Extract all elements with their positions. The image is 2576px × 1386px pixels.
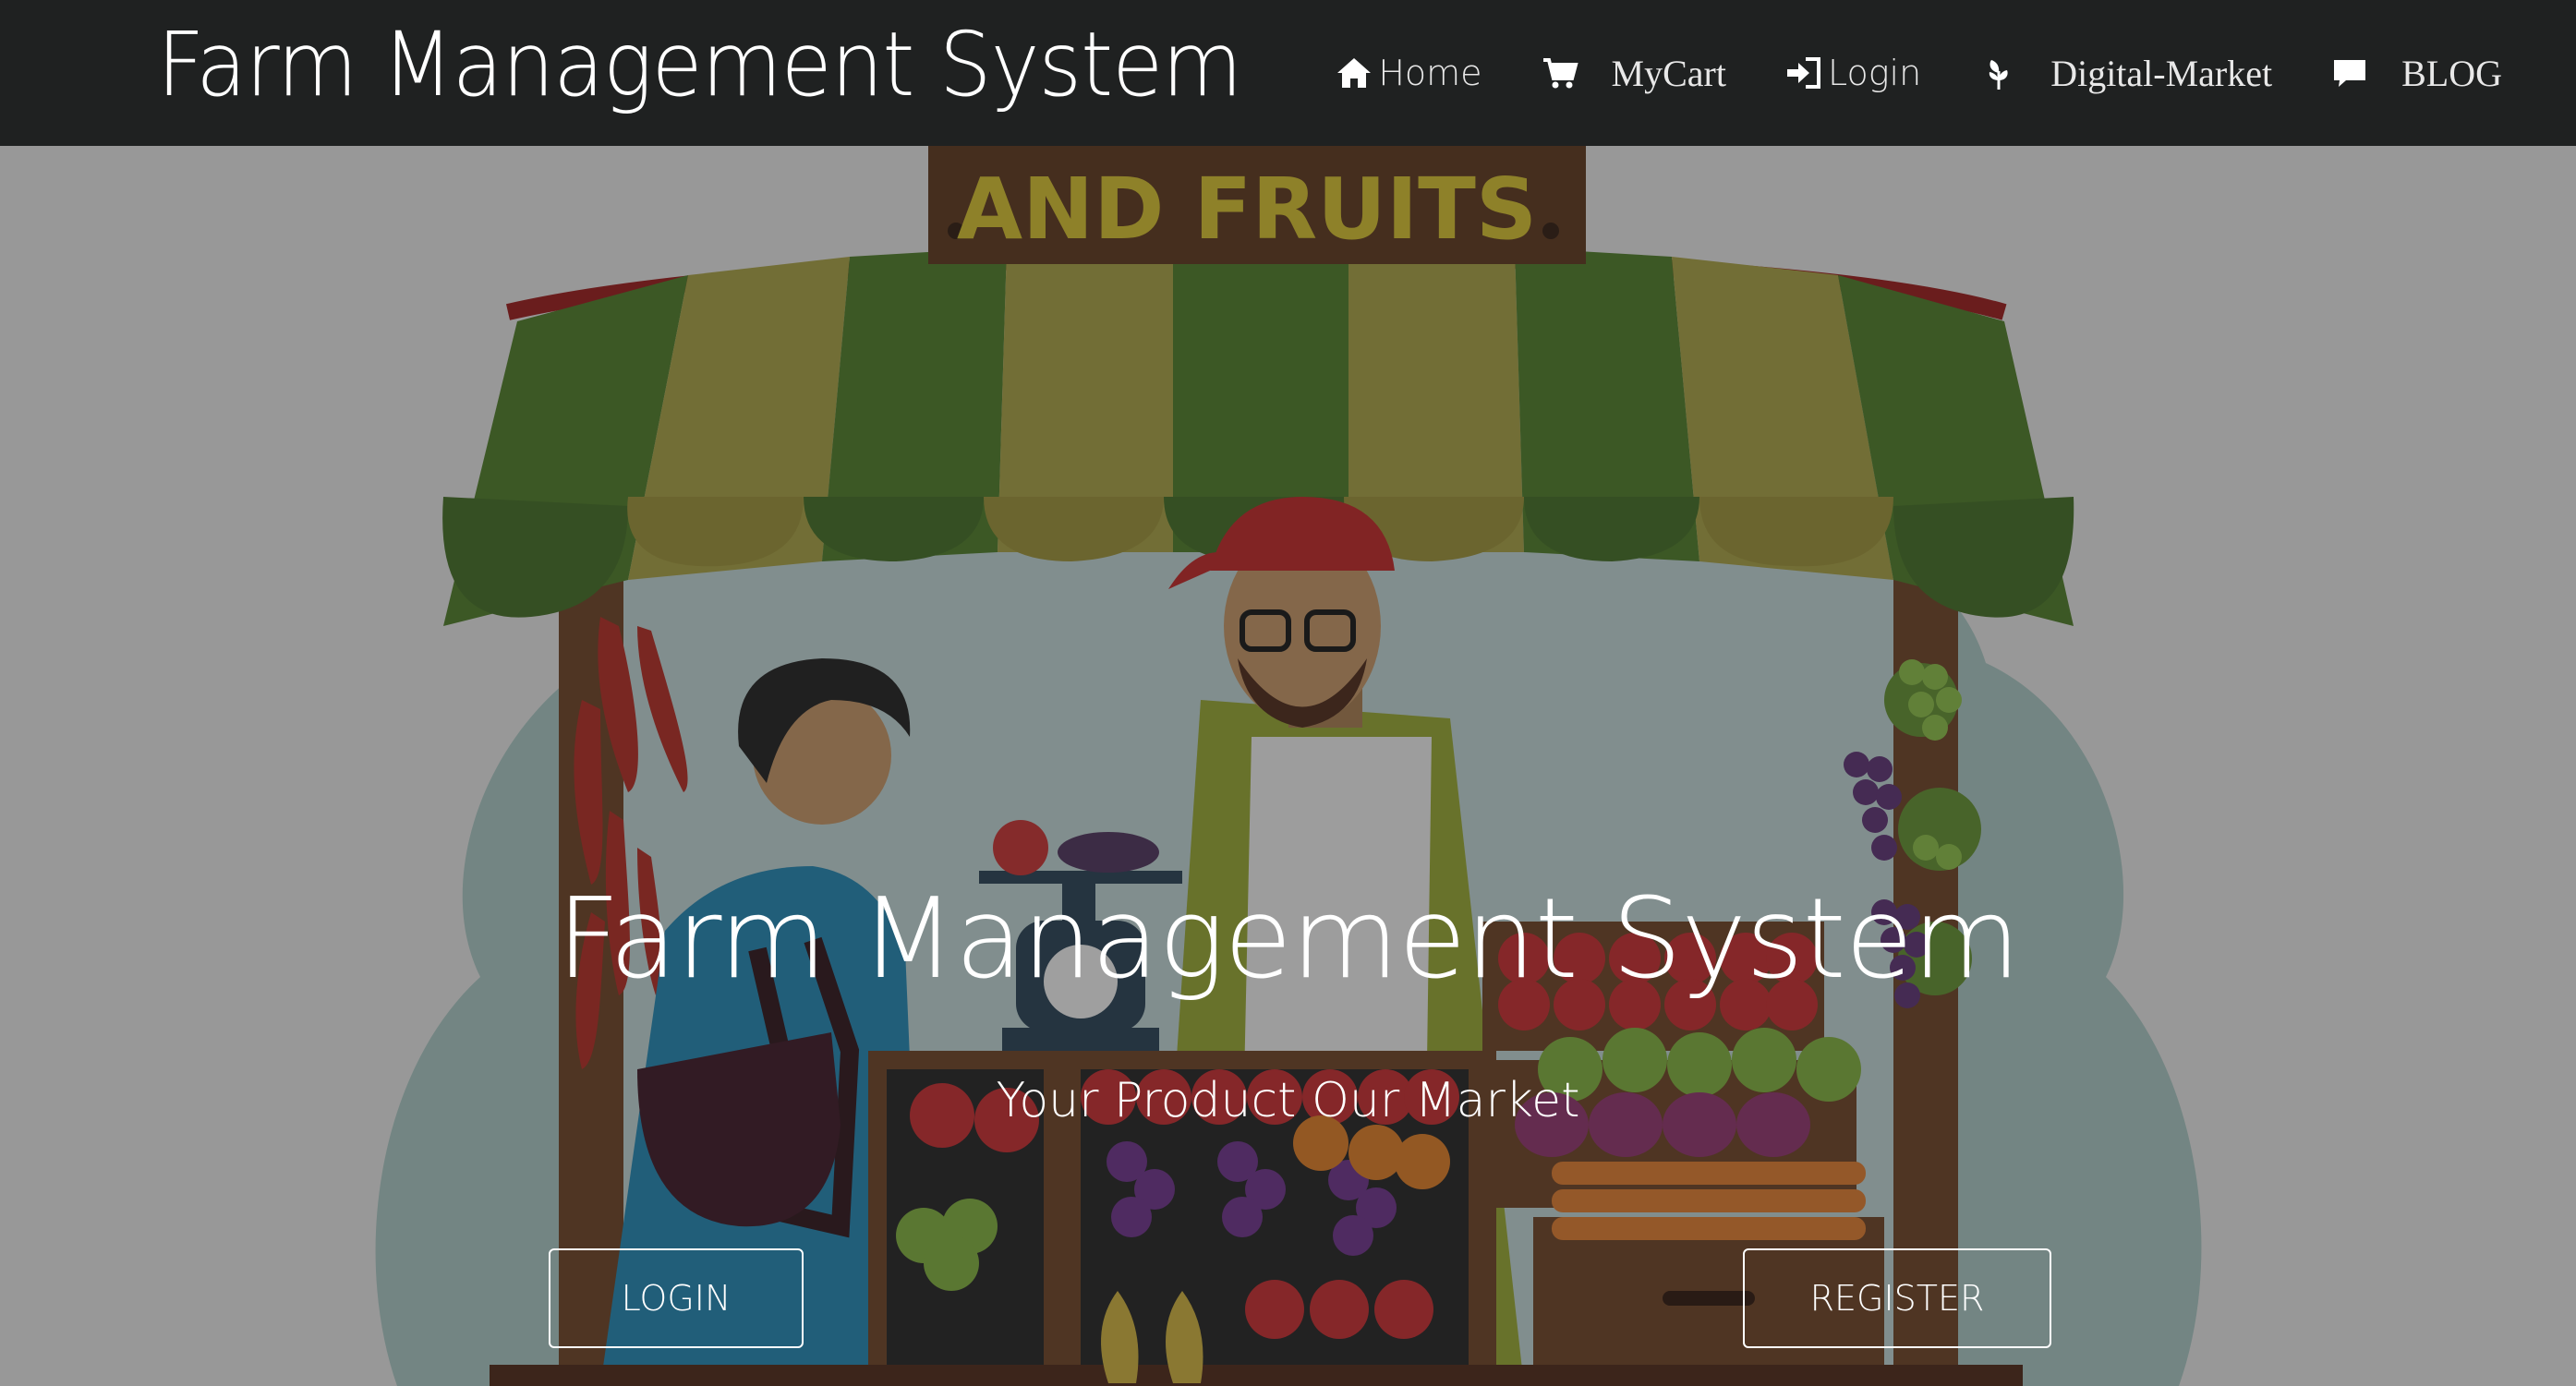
nav-mycart[interactable]: MyCart <box>1540 36 1726 110</box>
brand-title[interactable]: Farm Management System <box>157 13 1242 116</box>
hero-subtitle: Your Product Our Market <box>996 1073 1580 1128</box>
nav-home[interactable]: Home <box>1334 36 1482 110</box>
nav-login[interactable]: Login <box>1784 36 1921 110</box>
navbar: Farm Management System Home MyCart Login… <box>0 0 2576 146</box>
login-icon <box>1784 53 1824 93</box>
hero-title: Farm Management System <box>556 875 2021 1004</box>
login-button[interactable]: LOGIN <box>549 1248 804 1348</box>
leaf-icon <box>1978 53 2019 93</box>
hero-section: AND FRUITS Farm Management System Your P… <box>0 146 2576 1386</box>
nav-login-label: Login <box>1827 53 1922 93</box>
nav-digital-market-label: Digital-Market <box>2050 52 2273 94</box>
hero-overlay <box>0 146 2576 1386</box>
nav-digital-market[interactable]: Digital-Market <box>1978 36 2272 110</box>
register-button[interactable]: REGISTER <box>1743 1248 2051 1348</box>
nav-mycart-label: MyCart <box>1611 52 1726 94</box>
home-icon <box>1334 53 1374 93</box>
nav-blog-label: BLOG <box>2401 52 2502 94</box>
main-nav: Home MyCart Login Digital-Market BLOG <box>1276 0 2502 146</box>
nav-blog[interactable]: BLOG <box>2329 36 2502 110</box>
nav-home-label: Home <box>1378 53 1482 93</box>
comment-icon <box>2329 53 2370 93</box>
cart-icon <box>1540 53 1580 93</box>
